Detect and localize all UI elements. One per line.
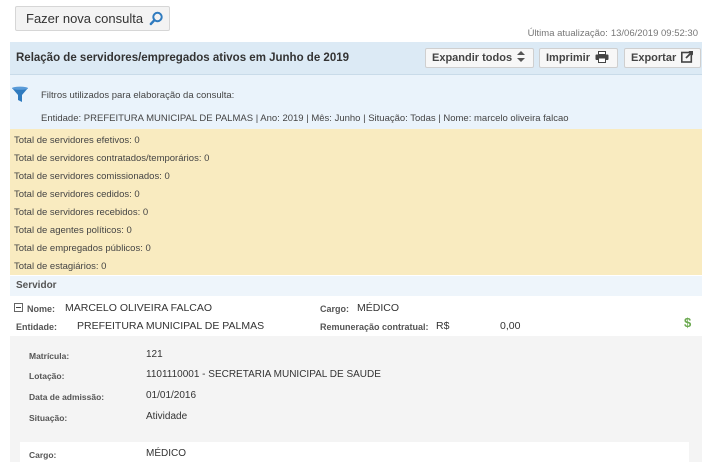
total-cedidos: Total de servidores cedidos: 0 xyxy=(14,189,140,200)
totals-panel: Total de servidores efetivos: 0 Total de… xyxy=(10,129,702,275)
export-label: Exportar xyxy=(631,52,677,64)
cargo-value: MÉDICO xyxy=(357,302,399,314)
page-title: Relação de servidores/empregados ativos … xyxy=(16,52,350,64)
filters-label: Filtros utilizados para elaboração da co… xyxy=(41,90,235,101)
entidade-label: Entidade: xyxy=(16,322,58,332)
print-label: Imprimir xyxy=(546,52,591,64)
total-efetivos: Total de servidores efetivos: 0 xyxy=(14,135,140,146)
total-comissionados: Total de servidores comissionados: 0 xyxy=(14,171,170,182)
lotacao-value: 1101110001 - SECRETARIA MUNICIPAL DE SAU… xyxy=(146,369,381,380)
new-query-label: Fazer nova consulta xyxy=(26,11,144,26)
matricula-label: Matrícula: xyxy=(29,351,70,361)
report-header: Relação de servidores/empregados ativos … xyxy=(10,42,702,75)
lotacao-label: Lotação: xyxy=(29,371,65,381)
export-icon xyxy=(681,50,694,66)
matricula-value: 121 xyxy=(146,349,163,360)
situacao-value: Atividade xyxy=(146,411,188,422)
total-estagiarios: Total de estagiários: 0 xyxy=(14,261,107,272)
last-update: Última atualização: 13/06/2019 09:52:30 xyxy=(528,28,698,39)
cargo-card: Cargo: MÉDICO xyxy=(20,442,689,462)
dollar-icon[interactable]: $ xyxy=(684,315,691,330)
admissao-value: 01/01/2016 xyxy=(146,390,197,401)
servidor-section-label: Servidor xyxy=(16,280,57,291)
search-icon xyxy=(149,11,164,26)
servidor-details: Matrícula: 121 Lotação: 1101110001 - SEC… xyxy=(10,336,702,462)
admissao-label: Data de admissão: xyxy=(29,392,105,402)
minus-box-icon[interactable] xyxy=(14,303,23,312)
total-empregados-publicos: Total de empregados públicos: 0 xyxy=(14,243,151,254)
nome-value: MARCELO OLIVEIRA FALCAO xyxy=(65,302,213,314)
filters-detail: Entidade: PREFEITURA MUNICIPAL DE PALMAS… xyxy=(41,113,569,124)
servidor-section-header: Servidor xyxy=(10,276,702,296)
last-update-value: 13/06/2019 09:52:30 xyxy=(610,28,698,39)
export-button[interactable]: Exportar xyxy=(624,48,701,68)
currency-symbol: R$ xyxy=(436,320,450,332)
funnel-icon xyxy=(11,86,29,104)
expand-all-label: Expandir todos xyxy=(432,52,513,64)
nome-label: Nome: xyxy=(27,304,56,314)
last-update-label: Última atualização: xyxy=(527,28,608,39)
detail-cargo-label: Cargo: xyxy=(29,450,57,460)
remuneracao-label: Remuneração contratual: xyxy=(320,322,429,332)
expand-all-button[interactable]: Expandir todos xyxy=(425,48,534,68)
printer-icon xyxy=(595,50,609,66)
total-contratados: Total de servidores contratados/temporár… xyxy=(14,153,210,164)
servidor-row: Nome: MARCELO OLIVEIRA FALCAO Entidade: … xyxy=(10,297,702,335)
top-bar: Fazer nova consulta Última atualização: 1… xyxy=(0,0,702,42)
detail-cargo-value: MÉDICO xyxy=(146,448,186,459)
print-button[interactable]: Imprimir xyxy=(539,48,618,68)
entidade-value: PREFEITURA MUNICIPAL DE PALMAS xyxy=(77,320,265,332)
new-query-button[interactable]: Fazer nova consulta xyxy=(15,6,170,31)
sort-icon xyxy=(517,51,526,65)
situacao-label: Situação: xyxy=(29,413,68,423)
total-agentes-politicos: Total de agentes políticos: 0 xyxy=(14,225,132,236)
cargo-label: Cargo: xyxy=(320,304,349,314)
filters-panel: Filtros utilizados para elaboração da co… xyxy=(10,75,702,129)
total-recebidos: Total de servidores recebidos: 0 xyxy=(14,207,149,218)
remuneracao-value: 0,00 xyxy=(500,320,521,332)
